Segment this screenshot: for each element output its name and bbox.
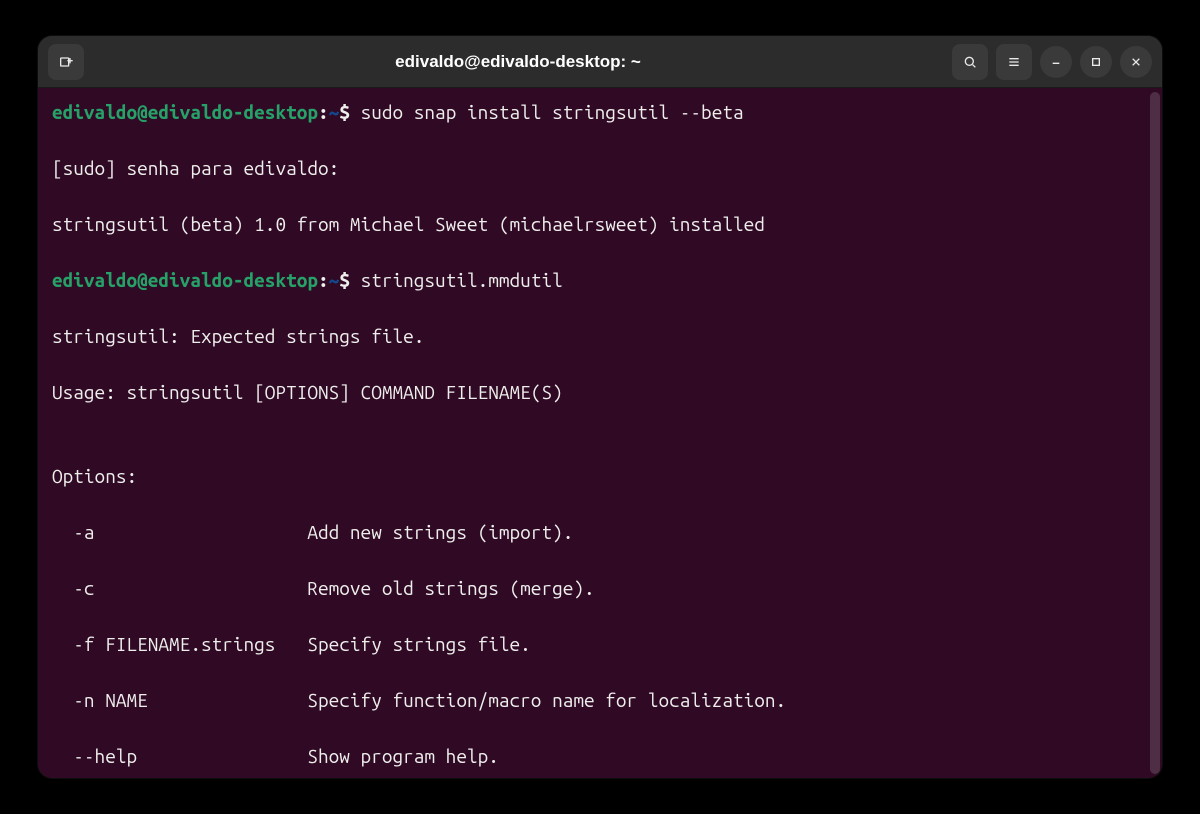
prompt-userhost: edivaldo@edivaldo-desktop	[52, 101, 318, 123]
prompt-symbol: $	[339, 269, 350, 291]
prompt-sep: :	[318, 269, 329, 291]
prompt-symbol: $	[339, 101, 350, 123]
output-line: --help Show program help.	[52, 742, 1148, 770]
scrollbar[interactable]	[1150, 92, 1160, 774]
output-line: -n NAME Specify function/macro name for …	[52, 686, 1148, 714]
minimize-button[interactable]	[1040, 46, 1072, 78]
terminal-window: edivaldo@edivaldo-desktop: ~ edivaldo@ed…	[38, 36, 1162, 778]
output-line: -f FILENAME.strings Specify strings file…	[52, 630, 1148, 658]
menu-button[interactable]	[996, 44, 1032, 80]
output-line: [sudo] senha para edivaldo:	[52, 154, 1148, 182]
titlebar: edivaldo@edivaldo-desktop: ~	[38, 36, 1162, 88]
prompt-path: ~	[329, 269, 340, 291]
search-button[interactable]	[952, 44, 988, 80]
prompt-sep: :	[318, 101, 329, 123]
command-text: stringsutil.mmdutil	[361, 269, 563, 291]
output-line: -c Remove old strings (merge).	[52, 574, 1148, 602]
output-line: -a Add new strings (import).	[52, 518, 1148, 546]
output-line: stringsutil: Expected strings file.	[52, 322, 1148, 350]
output-line: Usage: stringsutil [OPTIONS] COMMAND FIL…	[52, 378, 1148, 406]
maximize-button[interactable]	[1080, 46, 1112, 78]
window-title: edivaldo@edivaldo-desktop: ~	[92, 52, 944, 72]
command-text: sudo snap install stringsutil --beta	[361, 101, 744, 123]
close-button[interactable]	[1120, 46, 1152, 78]
new-tab-button[interactable]	[48, 44, 84, 80]
terminal-output[interactable]: edivaldo@edivaldo-desktop:~$ sudo snap i…	[38, 88, 1162, 778]
output-line: Options:	[52, 462, 1148, 490]
prompt-userhost: edivaldo@edivaldo-desktop	[52, 269, 318, 291]
output-line: stringsutil (beta) 1.0 from Michael Swee…	[52, 210, 1148, 238]
prompt-path: ~	[329, 101, 340, 123]
